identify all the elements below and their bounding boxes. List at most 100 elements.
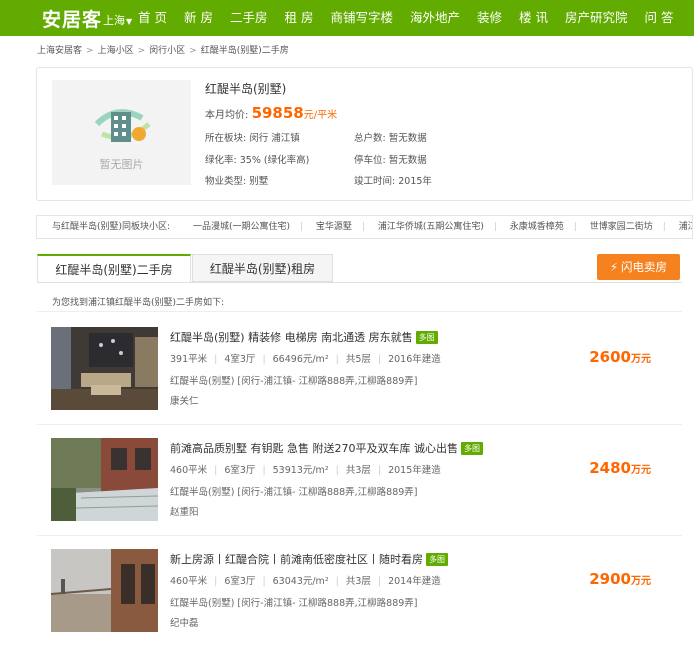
nav-item-new-homes[interactable]: 新 房 xyxy=(184,0,213,36)
divider: | xyxy=(361,222,365,232)
tab-resale[interactable]: 红醍半岛(别墅)二手房 xyxy=(37,254,191,282)
chevron-down-icon: ▼ xyxy=(126,17,133,26)
divider: | xyxy=(214,465,218,476)
nav-item-qa[interactable]: 问 答 xyxy=(645,0,674,36)
listing-price-value: 2480 xyxy=(589,459,631,477)
listing-photo[interactable] xyxy=(51,327,158,410)
same-block-link[interactable]: 浦江瑞和城 xyxy=(679,222,692,232)
attr-value: 35% (绿化率高) xyxy=(239,155,310,166)
listing-unit-price: 66496元/m² xyxy=(272,354,329,365)
listing-meta: 460平米 | 6室3厅 | 53913元/m² | 共3层 | 2015年建造 xyxy=(170,462,441,476)
nav-item-research[interactable]: 房产研究院 xyxy=(565,0,628,36)
listing-agent: 赵重阳 xyxy=(170,507,199,518)
divider: | xyxy=(377,465,382,476)
listing-title-text: 新上房源丨红醍合院丨前滩南低密度社区丨随时看房 xyxy=(170,553,423,566)
listing-item[interactable]: 新上房源丨红醍合院丨前滩南低密度社区丨随时看房 多图 460平米 | 6室3厅 | 630… xyxy=(37,549,682,659)
listing-area: 460平米 xyxy=(170,465,208,476)
listing-floor: 共3层 xyxy=(345,465,371,476)
breadcrumb-separator: > xyxy=(189,46,197,56)
divider: | xyxy=(214,354,218,365)
divider: | xyxy=(299,222,304,232)
same-block-link[interactable]: 浦江华侨城(五期公寓住宅) xyxy=(378,222,484,232)
listing-unit-price: 53913元/m² xyxy=(272,465,329,476)
breadcrumb-item[interactable]: 上海安居客 xyxy=(37,46,82,56)
site-logo[interactable]: 安居客 xyxy=(42,5,102,32)
divider xyxy=(37,311,682,312)
listing-address: 红醍半岛(别墅) [闵行-浦江镇- 江柳路888弄,江柳路889弄] xyxy=(170,487,418,498)
listing-floor: 共3层 xyxy=(345,576,371,587)
lightning-icon: ⚡ xyxy=(609,260,619,274)
listing-meta: 460平米 | 6室3厅 | 63043元/m² | 共3层 | 2014年建造 xyxy=(170,573,441,587)
divider xyxy=(37,535,682,536)
divider: | xyxy=(335,576,339,587)
same-block-link[interactable]: 永康城香樟苑 xyxy=(510,222,564,232)
attr-value: 别墅 xyxy=(249,176,269,187)
attr-value: 暂无数据 xyxy=(388,155,427,166)
attr-value: 暂无数据 xyxy=(388,133,427,144)
price-unit: 元/平米 xyxy=(303,110,338,121)
divider: | xyxy=(335,465,339,476)
listing-year: 2014年建造 xyxy=(388,576,441,587)
same-block-link[interactable]: 世博家园二街坊 xyxy=(590,222,653,232)
same-block-link[interactable]: 一品漫城(一期公寓住宅) xyxy=(193,222,290,232)
listing-item[interactable]: 红醍半岛(别墅) 精装修 电梯房 南北通透 房东就售 多图 391平米 | 4室3厅 |… xyxy=(37,327,682,437)
attr-label: 总户数: xyxy=(354,133,386,144)
attr-label: 绿化率: xyxy=(205,155,237,166)
multi-photo-badge: 多图 xyxy=(460,442,483,455)
listing-year: 2015年建造 xyxy=(388,465,441,476)
multi-photo-badge: 多图 xyxy=(415,331,438,344)
tab-rent[interactable]: 红醍半岛(别墅)租房 xyxy=(192,254,333,282)
divider: | xyxy=(573,222,577,232)
flash-sell-button[interactable]: ⚡ 闪电卖房 xyxy=(597,254,680,280)
community-photo-placeholder: 暂无图片 xyxy=(52,80,191,185)
breadcrumb-item[interactable]: 闵行小区 xyxy=(149,46,185,56)
same-block-link[interactable]: 宝华源墅 xyxy=(316,222,352,232)
listing-address: 红醍半岛(别墅) [闵行-浦江镇- 江柳路888弄,江柳路889弄] xyxy=(170,376,418,387)
listing-item[interactable]: 前滩高品质别墅 有钥匙 急售 附送270平及双车库 诚心出售 多图 460平米 | 6… xyxy=(37,438,682,548)
nav-item-overseas[interactable]: 海外地产 xyxy=(410,0,460,36)
divider: | xyxy=(262,576,266,587)
divider xyxy=(37,424,682,425)
breadcrumb-current: 红醍半岛(别墅)二手房 xyxy=(200,46,289,56)
nav-item-home[interactable]: 首 页 xyxy=(138,0,167,36)
attr-block: 所在板块: 闵行 浦江镇 xyxy=(205,130,300,144)
listing-meta: 391平米 | 4室3厅 | 66496元/m² | 共5层 | 2016年建造 xyxy=(170,351,441,365)
city-selector[interactable]: 上海▼ xyxy=(103,12,132,28)
listing-agent: 纪中磊 xyxy=(170,618,199,629)
listing-area: 460平米 xyxy=(170,576,208,587)
listing-title[interactable]: 红醍半岛(别墅) 精装修 电梯房 南北通透 房东就售 多图 xyxy=(170,329,438,345)
nav-item-decoration[interactable]: 装修 xyxy=(477,0,502,36)
average-price-row: 本月均价: 59858元/平米 xyxy=(205,104,337,122)
listing-address: 红醍半岛(别墅) [闵行-浦江镇- 江柳路888弄,江柳路889弄] xyxy=(170,598,418,609)
nav-item-resale[interactable]: 二手房 xyxy=(230,0,268,36)
listing-price-value: 2900 xyxy=(589,570,631,588)
listing-floor: 共5层 xyxy=(345,354,371,365)
divider: | xyxy=(262,465,266,476)
listing-area: 391平米 xyxy=(170,354,208,365)
community-name: 红醍半岛(别墅) xyxy=(205,82,287,96)
breadcrumb-separator: > xyxy=(137,46,146,56)
divider: | xyxy=(662,222,666,232)
listing-title[interactable]: 前滩高品质别墅 有钥匙 急售 附送270平及双车库 诚心出售 多图 xyxy=(170,440,483,456)
listing-title-text: 红醍半岛(别墅) 精装修 电梯房 南北通透 房东就售 xyxy=(170,331,413,344)
same-block-communities: 与红醍半岛(别墅)同板块小区: 一品漫城(一期公寓住宅) | 宝华源墅 | 浦江华侨… xyxy=(36,215,693,239)
top-nav: 安居客 上海▼ 首 页 新 房 二手房 租 房 商铺写字楼 海外地产 装修 楼 … xyxy=(0,0,694,36)
attr-completed: 竣工时间: 2015年 xyxy=(354,173,432,187)
breadcrumb-item[interactable]: 上海小区 xyxy=(98,46,134,56)
listing-layout: 4室3厅 xyxy=(224,354,256,365)
listing-photo[interactable] xyxy=(51,438,158,521)
listing-photo[interactable] xyxy=(51,549,158,632)
nav-item-commercial[interactable]: 商铺写字楼 xyxy=(330,0,393,36)
divider: | xyxy=(214,576,218,587)
price-label: 本月均价: xyxy=(205,110,249,121)
nav-item-rent[interactable]: 租 房 xyxy=(284,0,313,36)
listing-title[interactable]: 新上房源丨红醍合院丨前滩南低密度社区丨随时看房 多图 xyxy=(170,551,448,567)
nav-item-news[interactable]: 楼 讯 xyxy=(519,0,548,36)
listing-price: 2480万元 xyxy=(589,458,651,477)
multi-photo-badge: 多图 xyxy=(426,553,448,566)
attr-households: 总户数: 暂无数据 xyxy=(354,130,427,144)
attr-value: 2015年 xyxy=(398,176,432,187)
listing-title-text: 前滩高品质别墅 有钥匙 急售 附送270平及双车库 诚心出售 xyxy=(170,442,458,455)
listing-price: 2600万元 xyxy=(589,347,651,366)
same-block-label: 与红醍半岛(别墅)同板块小区: xyxy=(52,222,171,232)
